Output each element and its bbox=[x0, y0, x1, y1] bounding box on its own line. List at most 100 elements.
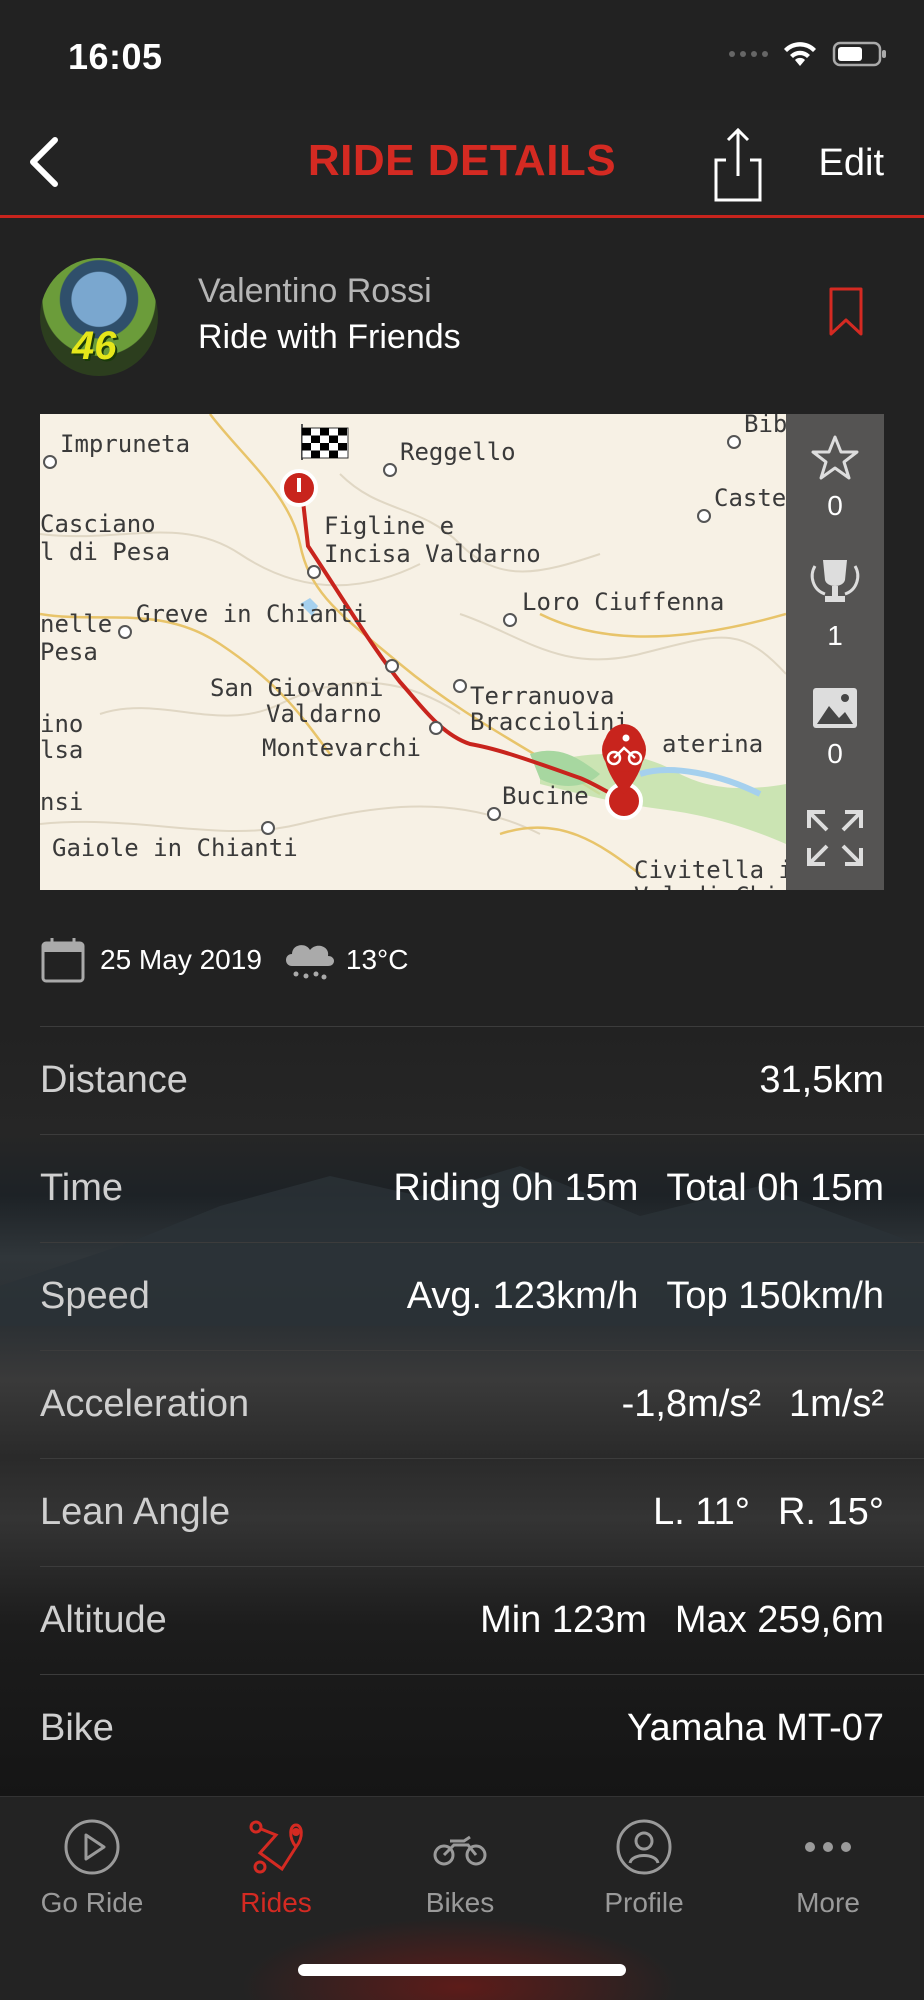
trophies-count: 1 bbox=[827, 620, 843, 651]
map-label-nelle-2: Pesa bbox=[40, 638, 98, 666]
tab-rides[interactable]: Rides bbox=[184, 1817, 368, 1919]
status-bar: 16:05 bbox=[0, 0, 924, 110]
rain-cloud-icon bbox=[285, 945, 334, 980]
trophy-icon bbox=[810, 560, 860, 602]
map-label-ino: ino bbox=[40, 710, 83, 738]
map-label-nelle: nelle bbox=[40, 610, 112, 638]
stat-value: 31,5km bbox=[759, 1059, 884, 1102]
stat-row-time: Time Riding 0h 15m Total 0h 15m bbox=[40, 1134, 924, 1242]
bookmark-icon[interactable] bbox=[828, 286, 864, 338]
stat-label: Time bbox=[40, 1167, 124, 1209]
stat-row-distance: Distance 31,5km bbox=[40, 1026, 924, 1134]
stat-value: Yamaha MT-07 bbox=[627, 1707, 884, 1750]
share-button[interactable] bbox=[710, 124, 766, 204]
map-label-nsi: nsi bbox=[40, 788, 83, 816]
tab-more[interactable]: More bbox=[736, 1817, 920, 1919]
stat-row-lean-angle: Lean Angle L. 11° R. 15° bbox=[40, 1458, 924, 1566]
stat-row-altitude: Altitude Min 123m Max 259,6m bbox=[40, 1566, 924, 1674]
map-label-sangiovanni: San Giovanni bbox=[210, 674, 383, 702]
stat-value-1: -1,8m/s² bbox=[621, 1383, 761, 1425]
tab-bikes[interactable]: Bikes bbox=[368, 1817, 552, 1919]
map-label-reggello: Reggello bbox=[400, 438, 516, 466]
stat-row-acceleration: Acceleration -1,8m/s² 1m/s² bbox=[40, 1350, 924, 1458]
stat-value-2: Top 150km/h bbox=[666, 1275, 884, 1317]
stat-value: L. 11° R. 15° bbox=[653, 1491, 884, 1534]
rider-name: Valentino Rossi bbox=[198, 272, 432, 310]
stat-value: Min 123m Max 259,6m bbox=[480, 1599, 884, 1642]
stars-count: 0 bbox=[827, 490, 843, 521]
stat-label: Bike bbox=[40, 1707, 114, 1749]
stat-value-1: Yamaha MT-07 bbox=[627, 1707, 884, 1749]
home-indicator[interactable] bbox=[298, 1964, 626, 1976]
route-icon bbox=[249, 1820, 303, 1874]
fullscreen-button[interactable] bbox=[786, 808, 884, 868]
calendar-icon bbox=[41, 938, 85, 983]
map-label-figline-2: Incisa Valdarno bbox=[324, 540, 541, 568]
tab-profile[interactable]: Profile bbox=[552, 1817, 736, 1919]
map-label-impruneta: Impruneta bbox=[60, 430, 190, 458]
map-label-ino-2: lsa bbox=[40, 736, 83, 764]
tab-label: Profile bbox=[604, 1887, 684, 1918]
star-icon bbox=[811, 435, 859, 480]
temperature: 13°C bbox=[345, 944, 409, 975]
share-icon bbox=[714, 127, 762, 202]
map-side-panel: 0 1 0 bbox=[786, 414, 884, 890]
route-map[interactable]: Impruneta Reggello Bib Caste Casciano l … bbox=[40, 414, 884, 890]
map-label-figline: Figline e bbox=[324, 512, 454, 540]
battery-icon bbox=[832, 41, 886, 67]
end-marker-icon bbox=[280, 469, 318, 507]
photos-item[interactable]: 0 bbox=[786, 686, 884, 770]
cellular-signal-icon bbox=[729, 51, 768, 57]
stat-value: Avg. 123km/h Top 150km/h bbox=[407, 1275, 884, 1318]
stat-row-speed: Speed Avg. 123km/h Top 150km/h bbox=[40, 1242, 924, 1350]
edit-button[interactable]: Edit bbox=[819, 142, 884, 185]
profile-icon bbox=[616, 1819, 672, 1875]
trophies-item[interactable]: 1 bbox=[786, 556, 884, 652]
photos-count: 0 bbox=[827, 738, 843, 769]
tab-go-ride[interactable]: Go Ride bbox=[0, 1817, 184, 1919]
play-circle-icon bbox=[64, 1819, 120, 1875]
map-label-loro: Loro Ciuffenna bbox=[522, 588, 724, 616]
expand-icon bbox=[807, 810, 863, 866]
ride-name: Ride with Friends bbox=[198, 318, 461, 356]
stat-value-1: L. 11° bbox=[653, 1491, 750, 1533]
map-label-civitella: Civitella in bbox=[634, 856, 786, 884]
stars-item[interactable]: 0 bbox=[786, 434, 884, 522]
stat-label: Distance bbox=[40, 1059, 188, 1101]
tab-label: Go Ride bbox=[40, 1887, 144, 1918]
map-label-castel: Caste bbox=[714, 484, 786, 512]
stat-row-bike: Bike Yamaha MT-07 bbox=[40, 1674, 924, 1782]
stat-value-2: Total 0h 15m bbox=[666, 1167, 884, 1209]
motorcycle-icon bbox=[433, 1835, 487, 1866]
nav-bar: RIDE DETAILS Edit bbox=[0, 110, 924, 218]
stat-label: Acceleration bbox=[40, 1383, 250, 1425]
stat-value: Riding 0h 15m Total 0h 15m bbox=[393, 1167, 884, 1210]
map-label-greve: Greve in Chianti bbox=[136, 600, 367, 628]
ride-date: 25 May 2019 bbox=[100, 944, 262, 975]
stat-value-1: 31,5km bbox=[759, 1059, 884, 1101]
stat-value-1: Avg. 123km/h bbox=[406, 1275, 639, 1317]
stat-value-1: Min 123m bbox=[480, 1599, 647, 1641]
map-label-bibbiena: Bib bbox=[744, 414, 786, 438]
map-canvas[interactable]: Impruneta Reggello Bib Caste Casciano l … bbox=[40, 414, 786, 890]
tab-label: Rides bbox=[240, 1887, 312, 1918]
stat-value-2: 1m/s² bbox=[789, 1383, 884, 1425]
ride-meta: 25 May 2019 13°C bbox=[40, 930, 408, 990]
stat-value-1: Riding 0h 15m bbox=[393, 1167, 639, 1209]
map-label-terranuova: Terranuova bbox=[470, 682, 615, 710]
page-title: RIDE DETAILS bbox=[307, 136, 617, 185]
tab-label: More bbox=[796, 1887, 860, 1918]
map-label-bucine: Bucine bbox=[502, 782, 589, 810]
image-icon bbox=[813, 688, 857, 728]
map-label-gaiole: Gaiole in Chianti bbox=[52, 834, 298, 862]
status-icons bbox=[729, 40, 888, 68]
avatar[interactable]: 46 bbox=[40, 258, 158, 376]
finish-flag-icon bbox=[301, 424, 349, 460]
wifi-icon bbox=[784, 42, 816, 66]
map-label-laterina: aterina bbox=[662, 730, 763, 758]
avatar-number: 46 bbox=[72, 324, 117, 368]
weather: 13°C bbox=[280, 938, 409, 982]
stat-label: Lean Angle bbox=[40, 1491, 231, 1533]
stat-label: Altitude bbox=[40, 1599, 167, 1641]
active-tab-glow bbox=[240, 1917, 680, 2000]
